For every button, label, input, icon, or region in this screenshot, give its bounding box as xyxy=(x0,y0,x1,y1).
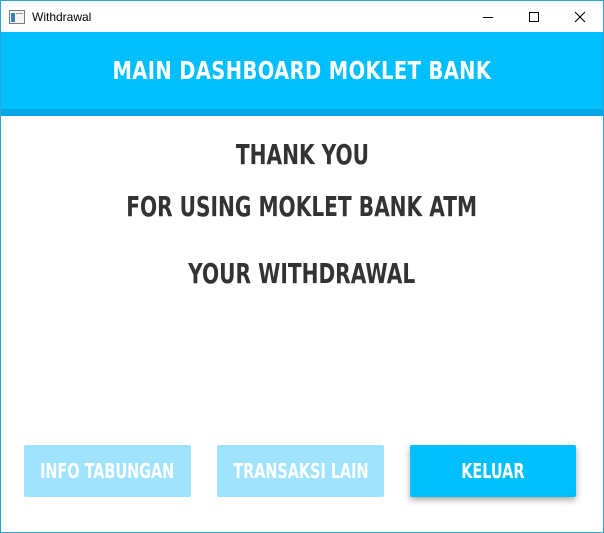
withdrawal-text: YOUR WITHDRAWAL xyxy=(188,257,416,290)
minimize-icon xyxy=(483,16,493,18)
minimize-button[interactable] xyxy=(465,1,511,32)
info-tabungan-button[interactable]: INFO TABUNGAN xyxy=(24,445,191,497)
title-bar[interactable]: Withdrawal xyxy=(1,1,603,32)
keluar-label: KELUAR xyxy=(461,459,525,483)
keluar-button[interactable]: KELUAR xyxy=(410,445,576,497)
header-stripe xyxy=(1,109,603,116)
transaksi-lain-label: TRANSAKSI LAIN xyxy=(232,459,369,483)
app-window-icon xyxy=(9,9,25,24)
thank-you-message: THANK YOU xyxy=(1,138,603,171)
using-atm-message: FOR USING MOKLET BANK ATM xyxy=(1,190,603,223)
thank-you-text: THANK YOU xyxy=(235,138,369,171)
close-icon xyxy=(574,11,586,22)
maximize-button[interactable] xyxy=(511,1,557,32)
withdrawal-window: Withdrawal MAIN DASHBOARD MOKLET BANK TH… xyxy=(0,0,604,533)
withdrawal-message: YOUR WITHDRAWAL xyxy=(1,257,603,290)
info-tabungan-label: INFO TABUNGAN xyxy=(40,459,175,483)
dashboard-header: MAIN DASHBOARD MOKLET BANK xyxy=(1,32,603,109)
header-title: MAIN DASHBOARD MOKLET BANK xyxy=(112,56,492,85)
transaksi-lain-button[interactable]: TRANSAKSI LAIN xyxy=(217,445,384,497)
close-button[interactable] xyxy=(557,1,603,32)
window-title: Withdrawal xyxy=(32,9,92,24)
using-atm-text: FOR USING MOKLET BANK ATM xyxy=(126,190,478,223)
window-controls xyxy=(465,1,603,32)
maximize-icon xyxy=(529,11,539,22)
